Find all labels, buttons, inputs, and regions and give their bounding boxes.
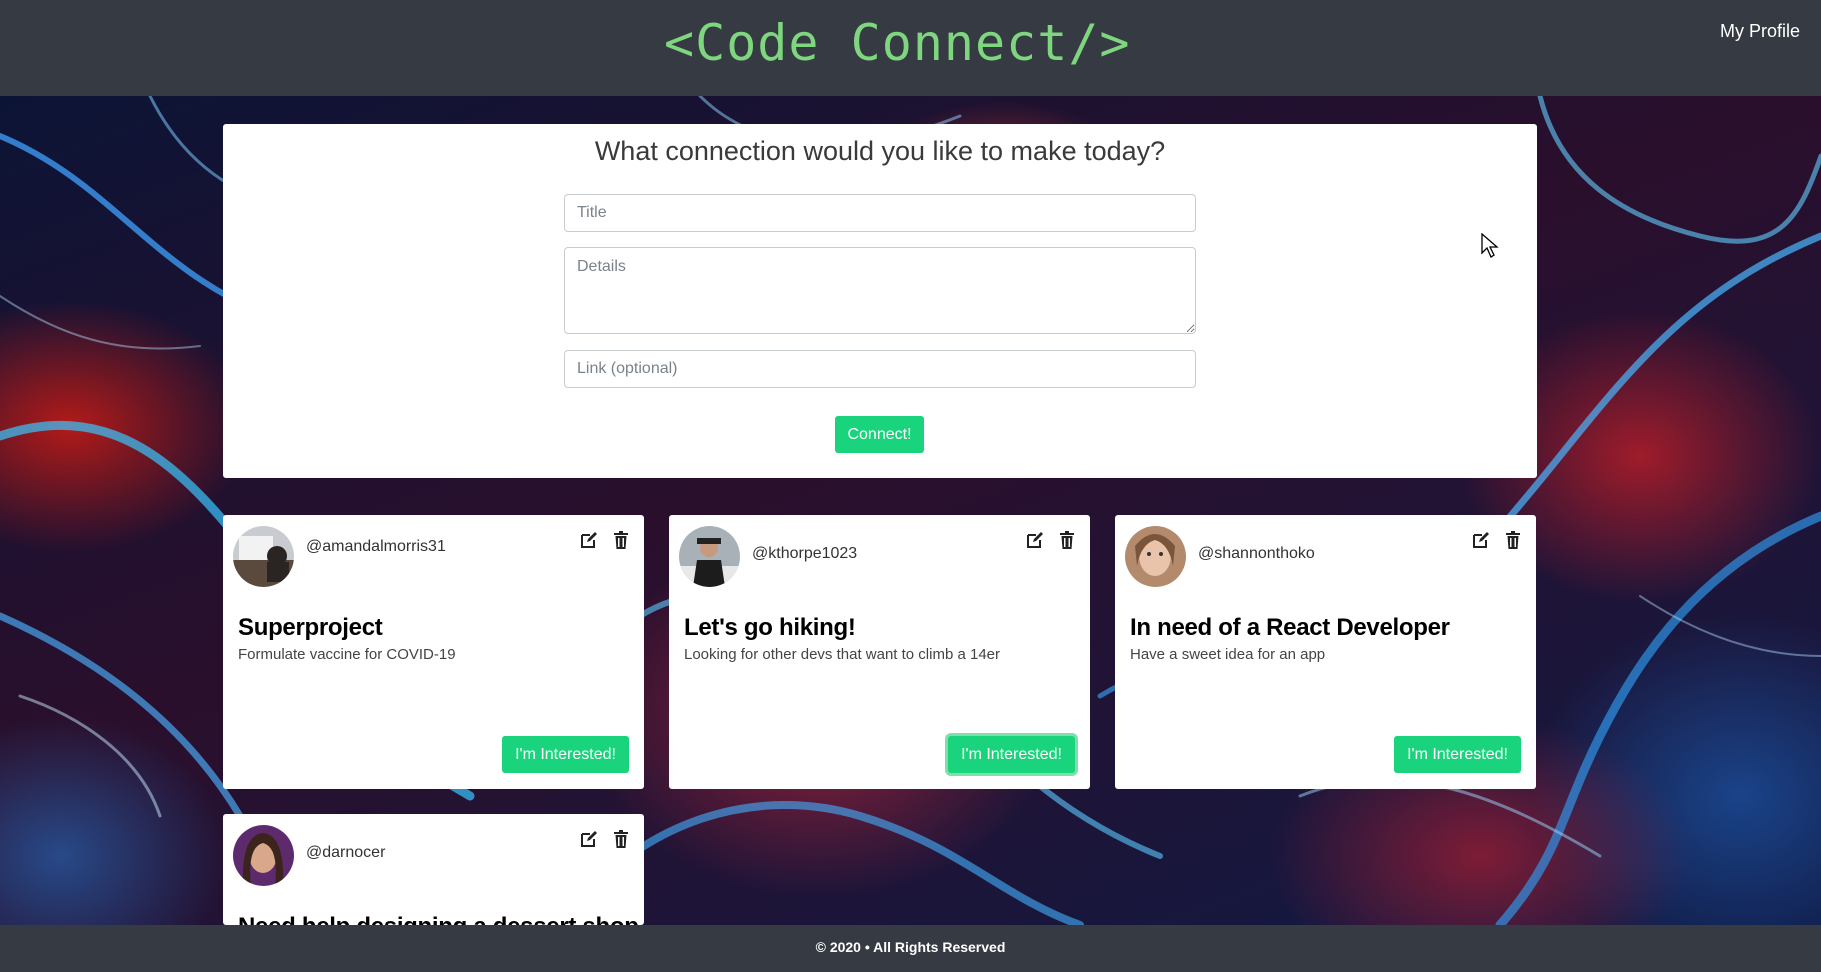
post-username[interactable]: @darnocer bbox=[306, 844, 385, 862]
edit-icon[interactable] bbox=[1025, 530, 1045, 550]
post-title: Let's go hiking! bbox=[684, 614, 856, 641]
page-footer: © 2020 • All Rights Reserved bbox=[0, 925, 1821, 972]
interested-button[interactable]: I'm Interested! bbox=[1394, 736, 1521, 773]
post-details: Formulate vaccine for COVID-19 bbox=[238, 646, 456, 663]
edit-icon[interactable] bbox=[1471, 530, 1491, 550]
avatar bbox=[233, 526, 294, 587]
trash-icon[interactable] bbox=[611, 530, 631, 550]
mouse-cursor-icon bbox=[1481, 232, 1499, 264]
my-profile-link[interactable]: My Profile bbox=[1720, 21, 1800, 42]
post-card: @shannonthoko In need of a React Develop… bbox=[1115, 515, 1536, 789]
trash-icon[interactable] bbox=[1503, 530, 1523, 550]
post-card: @darnocer Need help designing a dessert … bbox=[223, 814, 644, 925]
new-connection-form: What connection would you like to make t… bbox=[223, 124, 1537, 478]
post-details: Looking for other devs that want to clim… bbox=[684, 646, 1001, 663]
post-title: Need help designing a dessert shop bbox=[238, 913, 639, 925]
post-title: In need of a React Developer bbox=[1130, 614, 1450, 641]
link-input[interactable] bbox=[564, 350, 1196, 388]
post-username[interactable]: @shannonthoko bbox=[1198, 545, 1315, 563]
avatar bbox=[1125, 526, 1186, 587]
post-title: Superproject bbox=[238, 614, 383, 641]
avatar bbox=[679, 526, 740, 587]
post-card: @kthorpe1023 Let's go hiking! Looking fo… bbox=[669, 515, 1090, 789]
top-navbar: <Code Connect/> My Profile bbox=[0, 0, 1821, 96]
interested-button[interactable]: I'm Interested! bbox=[502, 736, 629, 773]
connect-button[interactable]: Connect! bbox=[835, 416, 924, 453]
copyright-text: © 2020 • All Rights Reserved bbox=[815, 939, 1006, 955]
post-card: @amandalmorris31 Superproject Formulate … bbox=[223, 515, 644, 789]
post-username[interactable]: @amandalmorris31 bbox=[306, 538, 446, 556]
title-input[interactable] bbox=[564, 194, 1196, 232]
form-heading: What connection would you like to make t… bbox=[594, 136, 1166, 166]
avatar bbox=[233, 825, 294, 886]
trash-icon[interactable] bbox=[1057, 530, 1077, 550]
post-details: Have a sweet idea for an app bbox=[1130, 646, 1326, 663]
trash-icon[interactable] bbox=[611, 829, 631, 849]
post-username[interactable]: @kthorpe1023 bbox=[752, 545, 857, 563]
edit-icon[interactable] bbox=[579, 829, 599, 849]
site-logo[interactable]: <Code Connect/> bbox=[664, 14, 1131, 72]
edit-icon[interactable] bbox=[579, 530, 599, 550]
details-textarea[interactable] bbox=[564, 247, 1196, 334]
interested-button[interactable]: I'm Interested! bbox=[948, 736, 1075, 773]
